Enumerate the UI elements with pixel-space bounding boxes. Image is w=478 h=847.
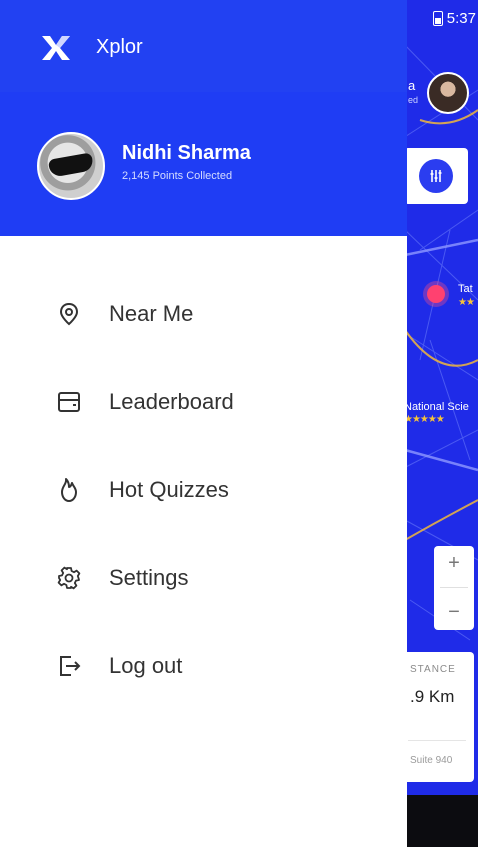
status-time: 5:37 — [446, 9, 476, 27]
profile-name: Nidhi Sharma — [122, 142, 251, 164]
map-pin[interactable] — [427, 285, 445, 303]
menu-item-near-me[interactable]: Near Me — [0, 270, 407, 358]
profile-section[interactable]: Nidhi Sharma 2,145 Points Collected — [0, 92, 407, 236]
menu-item-settings[interactable]: Settings — [0, 534, 407, 622]
menu-label-log-out: Log out — [109, 653, 183, 678]
menu-label-settings: Settings — [109, 565, 189, 590]
distance-card[interactable]: STANCE .9 Km Suite 940 — [398, 652, 474, 782]
avatar-glasses — [47, 152, 95, 178]
drawer-menu: Near Me Leaderboard Hot Quizzes Settings… — [0, 270, 407, 710]
gear-icon — [56, 565, 82, 591]
menu-label-near-me: Near Me — [109, 301, 194, 326]
menu-label-leaderboard: Leaderboard — [109, 389, 234, 414]
leaderboard-card-icon — [56, 389, 82, 415]
status-bar: 5:37 — [406, 6, 478, 30]
navigation-drawer: Xplor Nidhi Sharma 2,145 Points Collecte… — [0, 0, 407, 847]
menu-item-hot-quizzes[interactable]: Hot Quizzes — [0, 446, 407, 534]
place-label: National Scie — [404, 401, 469, 413]
profile-points: 2,145 Points Collected — [122, 170, 233, 182]
zoom-out-button[interactable]: − — [448, 601, 460, 624]
pin-label: Tat — [458, 283, 473, 295]
distance-label: STANCE — [410, 664, 456, 675]
pin-stars: ★★ — [458, 297, 475, 308]
zoom-in-button[interactable]: + — [448, 552, 460, 575]
location-pin-icon — [56, 301, 82, 327]
xplor-x-logo — [42, 36, 70, 60]
menu-label-hot-quizzes: Hot Quizzes — [109, 477, 229, 502]
map-avatar[interactable] — [427, 72, 469, 114]
map-user-name: a — [408, 78, 416, 93]
filter-button[interactable] — [419, 159, 453, 193]
menu-item-log-out[interactable]: Log out — [0, 622, 407, 710]
app-title: Xplor — [96, 36, 143, 58]
place-stars: ★★★★★ — [404, 414, 445, 425]
menu-item-leaderboard[interactable]: Leaderboard — [0, 358, 407, 446]
logout-icon — [56, 653, 82, 679]
distance-address: Suite 940 — [410, 755, 453, 766]
map-user-sub: ed — [408, 95, 419, 105]
distance-value: .9 Km — [410, 687, 455, 706]
distance-divider — [408, 740, 466, 741]
filter-card — [404, 148, 468, 204]
drawer-header: Xplor — [0, 0, 407, 92]
zoom-divider — [440, 587, 468, 589]
battery-charging-icon — [432, 10, 443, 26]
profile-avatar[interactable] — [37, 132, 105, 200]
flame-icon — [56, 477, 82, 503]
zoom-controls: + − — [434, 546, 474, 630]
sliders-icon — [430, 170, 442, 182]
